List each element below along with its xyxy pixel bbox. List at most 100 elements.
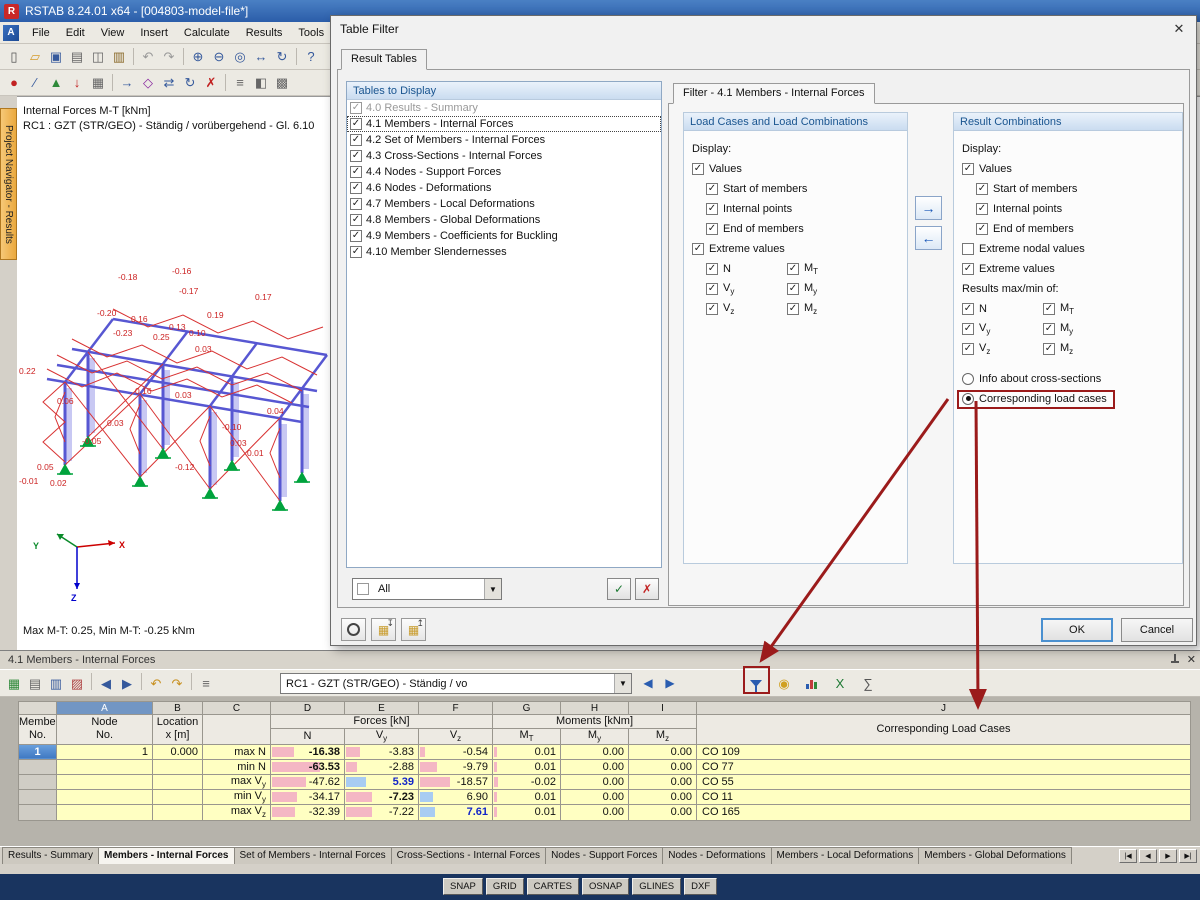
value-cell[interactable]: 7.61 xyxy=(419,805,493,820)
render-button[interactable]: ▩ xyxy=(272,73,292,93)
bottom-tab[interactable]: Set of Members - Internal Forces xyxy=(234,847,392,864)
save-defaults-button[interactable]: ▦ ↧ xyxy=(371,618,396,641)
save-button[interactable]: ▣ xyxy=(46,47,66,67)
member-no-cell[interactable] xyxy=(19,805,57,820)
cancel-button[interactable]: Cancel xyxy=(1121,618,1193,642)
moments-group-header[interactable]: Moments [kNm] xyxy=(493,715,697,729)
value-cell[interactable]: -7.22 xyxy=(345,805,419,820)
pan-button[interactable]: ↔ xyxy=(251,47,271,67)
node-no-cell[interactable] xyxy=(57,759,153,774)
extreme-kind-cell[interactable]: min Vy xyxy=(203,790,271,805)
value-cell[interactable]: 0.00 xyxy=(629,774,697,789)
member-col-header[interactable]: MemberNo. xyxy=(19,715,57,745)
menu-item-edit[interactable]: Edit xyxy=(58,25,93,41)
table-colors-button[interactable]: ▨ xyxy=(67,673,87,693)
value-cell[interactable]: 6.90 xyxy=(419,790,493,805)
location-cell[interactable]: 0.000 xyxy=(153,744,203,759)
table-list-item[interactable]: ✓4.7 Members - Local Deformations xyxy=(347,196,661,212)
table-settings-button[interactable]: ▥ xyxy=(46,673,66,693)
corner-cell[interactable] xyxy=(19,702,57,715)
results-overview-button[interactable]: ▦ xyxy=(4,673,24,693)
value-cell[interactable]: 0.01 xyxy=(493,744,561,759)
status-toggle-dxf[interactable]: DXF xyxy=(684,878,717,895)
load-defaults-button[interactable]: ▦ ↥ xyxy=(401,618,426,641)
checkbox[interactable]: ✓ xyxy=(350,198,362,210)
redo-table-button[interactable]: ↷ xyxy=(167,673,187,693)
menu-item-calculate[interactable]: Calculate xyxy=(176,25,238,41)
status-toggle-cartes[interactable]: CARTES xyxy=(527,878,579,895)
new-member-button[interactable]: ∕ xyxy=(25,73,45,93)
col-n[interactable]: N xyxy=(271,729,345,745)
node-no-cell[interactable] xyxy=(57,790,153,805)
checkbox[interactable]: ✓ xyxy=(706,283,718,295)
checkbox[interactable]: ✓ xyxy=(962,263,974,275)
delete-button[interactable]: ✗ xyxy=(201,73,221,93)
result-info-button[interactable]: ◉ xyxy=(774,673,794,693)
checkbox[interactable]: ✓ xyxy=(1043,323,1055,335)
table-panel-titlebar[interactable]: 4.1 Members - Internal Forces ✕ xyxy=(0,651,1200,669)
member-no-cell[interactable] xyxy=(19,790,57,805)
col-mz[interactable]: Mz xyxy=(629,729,697,745)
column-letter-G[interactable]: G xyxy=(493,702,561,715)
copy-left-button[interactable]: ← xyxy=(915,226,942,250)
menu-item-view[interactable]: View xyxy=(93,25,133,41)
value-cell[interactable]: -0.02 xyxy=(493,774,561,789)
column-letter-D[interactable]: D xyxy=(271,702,345,715)
column-letter-A[interactable]: A xyxy=(57,702,153,715)
project-navigator-tab[interactable]: Project Navigator - Results xyxy=(0,108,17,260)
load-case-cell[interactable]: CO 165 xyxy=(697,805,1191,820)
zoom-out-button[interactable]: ⊖ xyxy=(209,47,229,67)
tab-nav-button-0[interactable]: |◀ xyxy=(1119,849,1137,863)
location-col-header[interactable]: Locationx [m] xyxy=(153,715,203,745)
status-toggle-glines[interactable]: GLINES xyxy=(632,878,681,895)
bottom-tab[interactable]: Members - Global Deformations xyxy=(918,847,1072,864)
tab-filter-members[interactable]: Filter - 4.1 Members - Internal Forces xyxy=(673,83,875,104)
node-col-header[interactable]: NodeNo. xyxy=(57,715,153,745)
location-cell[interactable] xyxy=(153,805,203,820)
col-vz[interactable]: Vz xyxy=(419,729,493,745)
member-no-cell[interactable] xyxy=(19,774,57,789)
zoom-all-button[interactable]: ◎ xyxy=(230,47,250,67)
value-cell[interactable]: 0.00 xyxy=(561,744,629,759)
value-cell[interactable]: 0.01 xyxy=(493,805,561,820)
menu-item-file[interactable]: File xyxy=(24,25,58,41)
checkbox[interactable]: ✓ xyxy=(1043,303,1055,315)
checkbox[interactable]: ✓ xyxy=(350,102,362,114)
table-list-item[interactable]: ✓4.9 Members - Coefficients for Buckling xyxy=(347,228,661,244)
checkbox[interactable]: ✓ xyxy=(692,163,704,175)
table-list-item[interactable]: ✓4.1 Members - Internal Forces xyxy=(347,116,661,132)
table-list-item[interactable]: ✓4.2 Set of Members - Internal Forces xyxy=(347,132,661,148)
pin-icon[interactable] xyxy=(1169,653,1181,666)
checkbox[interactable]: ✓ xyxy=(350,118,362,130)
node-no-cell[interactable] xyxy=(57,774,153,789)
status-toggle-osnap[interactable]: OSNAP xyxy=(582,878,629,895)
forces-group-header[interactable]: Forces [kN] xyxy=(271,715,493,729)
col-my[interactable]: My xyxy=(561,729,629,745)
checkbox[interactable]: ✓ xyxy=(350,214,362,226)
load-case-cell[interactable]: CO 77 xyxy=(697,759,1191,774)
checkbox[interactable]: ✓ xyxy=(787,283,799,295)
uncheck-all-tables-button[interactable]: ✗ xyxy=(635,578,659,600)
tab-nav-button-1[interactable]: ◀ xyxy=(1139,849,1157,863)
paste-button[interactable]: ▥ xyxy=(109,47,129,67)
checkbox[interactable]: ✓ xyxy=(706,223,718,235)
ok-button[interactable]: OK xyxy=(1041,618,1113,642)
result-combination-select[interactable]: RC1 - GZT (STR/GEO) - Ständig / vo ▼ xyxy=(280,673,632,694)
column-letter-C[interactable]: C xyxy=(203,702,271,715)
extreme-kind-cell[interactable]: max Vy xyxy=(203,774,271,789)
checkbox[interactable]: ✓ xyxy=(706,263,718,275)
value-cell[interactable]: 0.00 xyxy=(561,759,629,774)
status-toggle-grid[interactable]: GRID xyxy=(486,878,524,895)
value-cell[interactable]: -7.23 xyxy=(345,790,419,805)
table-view-mode-button[interactable]: ≡ xyxy=(196,673,216,693)
print-table-button[interactable]: ▤ xyxy=(25,673,45,693)
display-options-button[interactable]: ◧ xyxy=(251,73,271,93)
print-button[interactable]: ▤ xyxy=(67,47,87,67)
checkbox[interactable] xyxy=(962,243,974,255)
col-vy[interactable]: Vy xyxy=(345,729,419,745)
redo-button[interactable]: ↷ xyxy=(159,47,179,67)
undo-button[interactable]: ↶ xyxy=(138,47,158,67)
numbering-button[interactable]: ≡ xyxy=(230,73,250,93)
value-cell[interactable]: -32.39 xyxy=(271,805,345,820)
checkbox[interactable]: ✓ xyxy=(962,343,974,355)
